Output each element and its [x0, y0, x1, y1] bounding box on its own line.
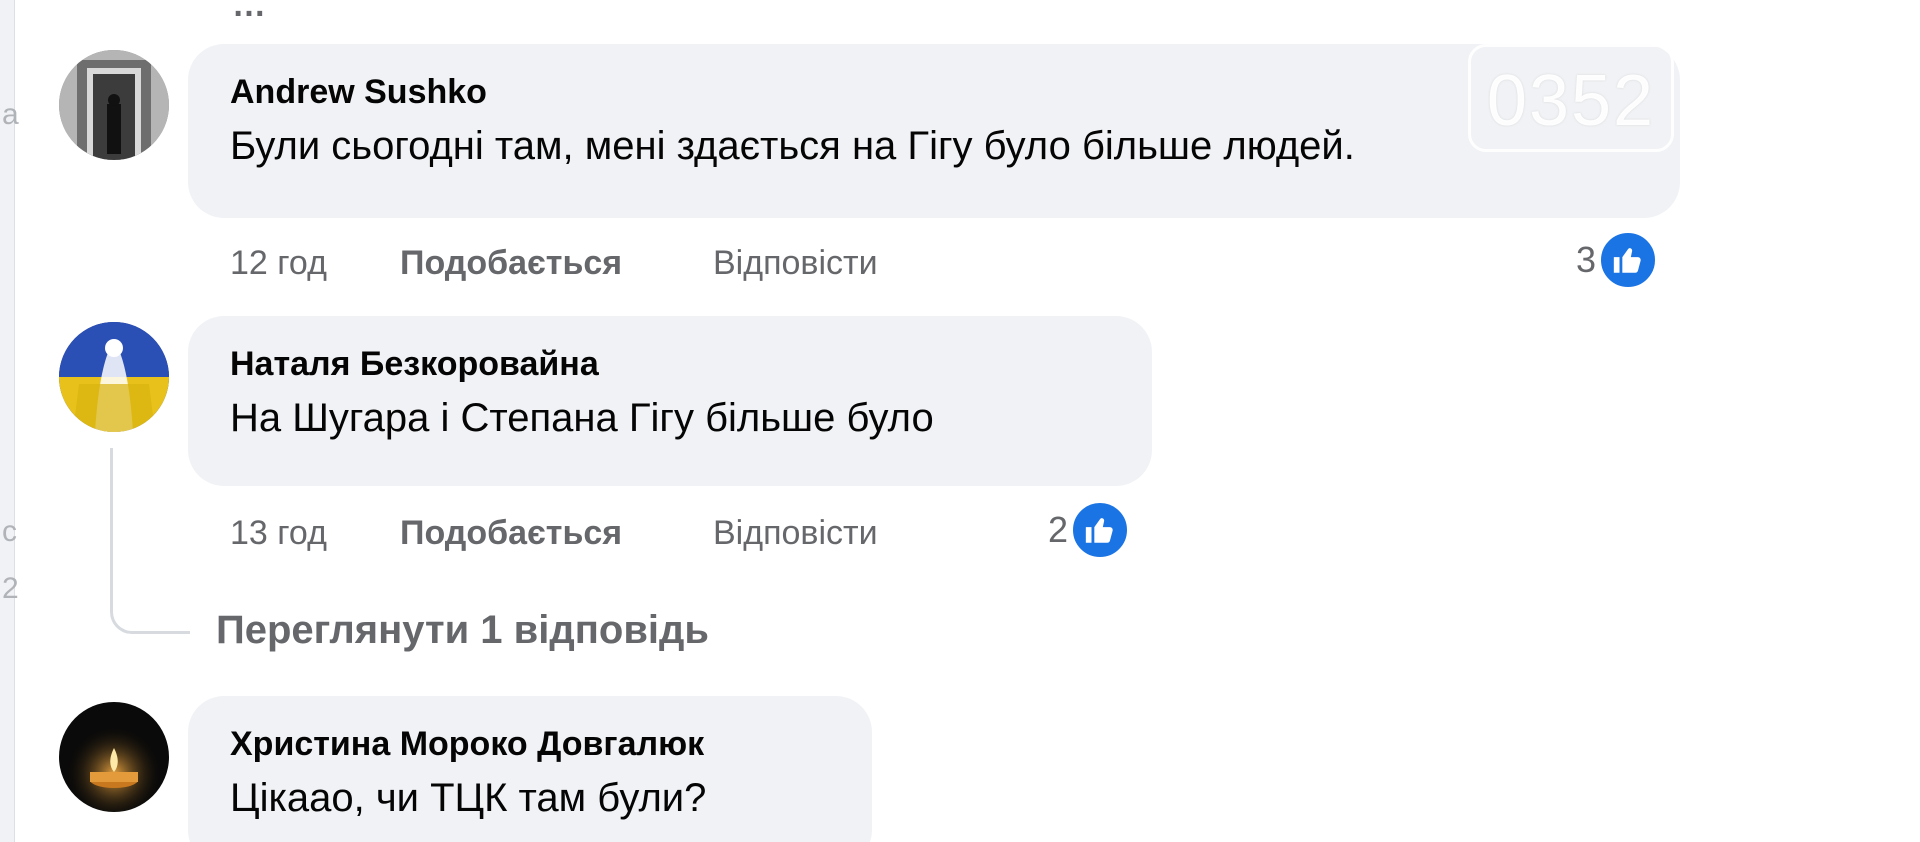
- avatar-khrystyna-moroko-dovhaliuk[interactable]: [59, 702, 169, 812]
- comment-author[interactable]: Наталя Безкоровайна: [230, 344, 1114, 384]
- site-watermark: 0352: [1468, 44, 1674, 152]
- reaction-count: 3: [1576, 239, 1597, 280]
- reply-thread-line: [110, 448, 190, 634]
- thumbs-up-icon: [1070, 500, 1131, 560]
- comment-text: Були сьогодні там, мені здається на Гігу…: [230, 124, 1355, 168]
- reaction-summary[interactable]: 2: [1048, 500, 1131, 560]
- gutter-letter: 2: [2, 572, 19, 605]
- comment-bubble: Наталя Безкоровайна На Шугара і Степана …: [188, 316, 1152, 486]
- left-gutter: a c 2: [0, 0, 19, 842]
- avatar-andrew-sushko[interactable]: [59, 50, 169, 160]
- reaction-summary[interactable]: 3: [1576, 230, 1659, 290]
- view-replies-link[interactable]: Переглянути 1 відповідь: [216, 608, 709, 653]
- like-button[interactable]: Подобається: [400, 514, 622, 553]
- reply-button[interactable]: Відповісти: [713, 514, 878, 553]
- comment-bubble: Христина Мороко Довгалюк Цікаао, чи ТЦК …: [188, 696, 872, 842]
- comment-timestamp[interactable]: 13 год: [230, 514, 327, 553]
- reply-button[interactable]: Відповісти: [713, 244, 878, 283]
- comment-text: Цікаао, чи ТЦК там були?: [230, 776, 707, 820]
- comment-author[interactable]: Andrew Sushko: [230, 72, 1642, 112]
- gutter-letter: a: [2, 98, 19, 131]
- comments-panel: a c 2 … Andrew Sushko Були сьогодні там,…: [0, 0, 1920, 842]
- avatar-natalia-bezkorovaina[interactable]: [59, 322, 169, 432]
- like-button[interactable]: Подобається: [400, 244, 622, 283]
- comment-text: На Шугара і Степана Гігу більше було: [230, 396, 934, 440]
- gutter-letter: c: [2, 515, 17, 548]
- comment-bubble: Andrew Sushko Були сьогодні там, мені зд…: [188, 44, 1680, 218]
- previous-comment-cutoff: …: [232, 0, 266, 24]
- reaction-count: 2: [1048, 509, 1069, 550]
- comment-author[interactable]: Христина Мороко Довгалюк: [230, 724, 834, 764]
- comment-timestamp[interactable]: 12 год: [230, 244, 327, 283]
- thumbs-up-icon: [1598, 230, 1659, 290]
